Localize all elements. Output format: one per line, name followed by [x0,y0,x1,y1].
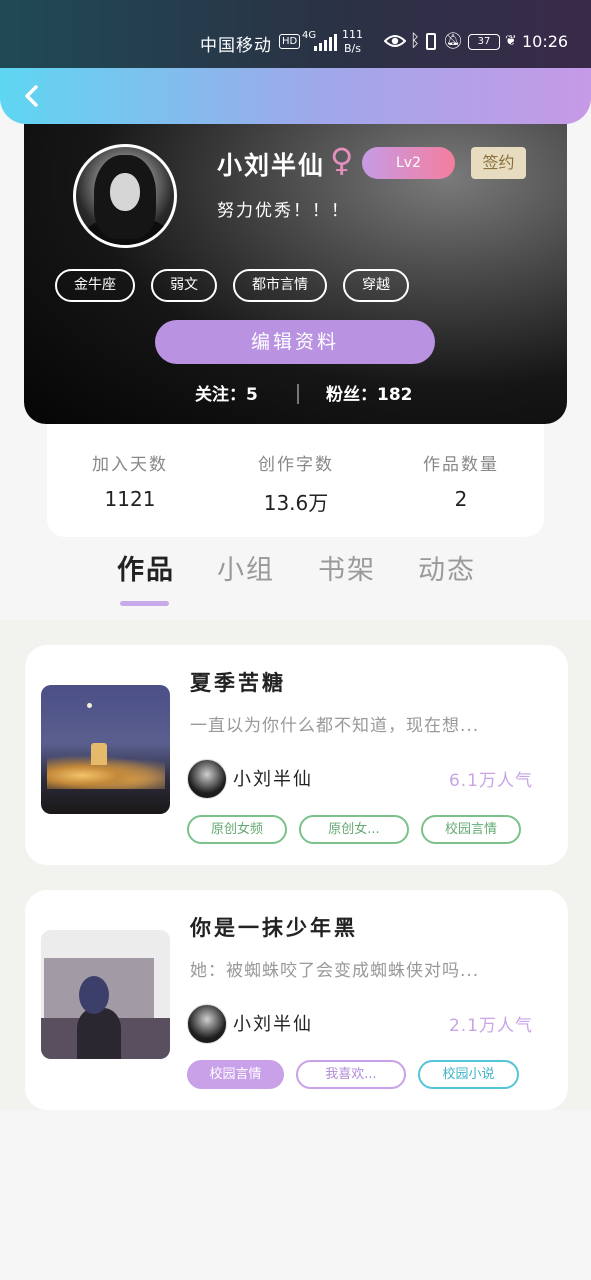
stat-label: 作品数量 [423,455,499,475]
profile-card: 小刘半仙 ♀ Lv2 签约 努力优秀！！！ 金牛座 弱文 都市言情 穿越 编辑资… [24,124,567,424]
leaf-icon: ❦ [505,33,517,49]
profile-tag: 都市言情 [233,269,327,302]
work-tags: 原创女频 原创女... 校园言情 [187,815,521,844]
following-count-link[interactable]: 关注：5 [195,380,258,405]
work-title: 你是一抹少年黑 [190,916,358,940]
author-avatar [187,1004,227,1044]
profile-username: 小刘半仙 [217,151,326,180]
work-tag[interactable]: 原创女... [299,815,409,844]
vibrate-icon [426,33,436,50]
work-description: 她：被蜘蛛咬了会变成蜘蛛侠对吗... [190,961,480,981]
top-nav-bar [0,68,591,124]
stat-value: 2 [454,487,468,511]
profile-tags: 金牛座 弱文 都市言情 穿越 [55,269,409,302]
work-cover-image [41,685,170,814]
network-speed: 111 B/s [342,28,363,56]
battery-icon: 37 [468,34,500,50]
back-button[interactable] [16,80,48,112]
signal-icon [314,34,337,51]
carrier-label: 中国移动 [200,36,272,56]
female-gender-icon: ♀ [330,141,354,179]
active-tab-indicator [120,601,169,606]
work-card[interactable]: 夏季苦糖 一直以为你什么都不知道，现在想... 小刘半仙 6.1万人气 原创女频… [25,645,568,865]
work-card[interactable]: 你是一抹少年黑 她：被蜘蛛咬了会变成蜘蛛侠对吗... 小刘半仙 2.1万人气 校… [25,890,568,1110]
bluetooth-icon: ᛒ [410,31,421,51]
followers-count-link[interactable]: 粉丝：182 [326,380,413,405]
stat-join-days: 加入天数 1121 [47,450,213,511]
work-tag[interactable]: 原创女频 [187,815,287,844]
speed-unit: B/s [344,42,361,55]
follow-divider [297,384,299,404]
tab-groups[interactable]: 小组 [217,548,275,587]
profile-tag: 金牛座 [55,269,135,302]
stats-card: 加入天数 1121 创作字数 13.6万 作品数量 2 [47,424,544,537]
profile-tag: 弱文 [151,269,217,302]
tab-bookshelf[interactable]: 书架 [318,548,376,587]
stat-label: 创作字数 [258,455,334,475]
work-tag[interactable]: 我喜欢... [296,1060,406,1089]
work-tag[interactable]: 校园言情 [421,815,521,844]
tab-works[interactable]: 作品 [117,548,175,587]
popularity-count: 2.1万人气 [448,1016,533,1036]
level-badge: Lv2 [362,147,455,179]
chevron-left-icon [25,85,38,107]
popularity-count: 6.1万人气 [448,771,533,791]
work-title: 夏季苦糖 [190,671,286,695]
stat-value: 13.6万 [263,491,329,515]
content-tabs: 作品 小组 书架 动态 [0,548,591,618]
follow-stats: 关注：5 粉丝：182 [24,380,567,408]
mute-bell-icon: 🔕︎ [443,31,464,50]
profile-avatar[interactable] [73,144,177,248]
stat-value: 1121 [104,487,156,511]
author-name: 小刘半仙 [233,769,313,790]
eye-icon [384,35,406,47]
profile-tag: 穿越 [343,269,409,302]
work-tag[interactable]: 校园言情 [187,1060,284,1089]
edit-profile-button[interactable]: 编辑资料 [155,320,435,364]
signed-author-badge: 签约 [471,147,526,179]
author-avatar [187,759,227,799]
author-name: 小刘半仙 [233,1014,313,1035]
stat-work-count: 作品数量 2 [378,450,544,511]
speed-value: 111 [342,28,363,41]
stat-word-count: 创作字数 13.6万 [213,450,379,516]
work-cover-image [41,930,170,1059]
clock-time: 10:26 [522,32,569,51]
stat-label: 加入天数 [92,455,168,475]
work-tags: 校园言情 我喜欢... 校园小说 [187,1060,519,1089]
profile-bio: 努力优秀！！！ [217,201,350,221]
work-description: 一直以为你什么都不知道，现在想... [190,716,480,736]
tab-activity[interactable]: 动态 [418,548,476,587]
work-tag[interactable]: 校园小说 [418,1060,519,1089]
hd-icon: HD [279,34,301,49]
